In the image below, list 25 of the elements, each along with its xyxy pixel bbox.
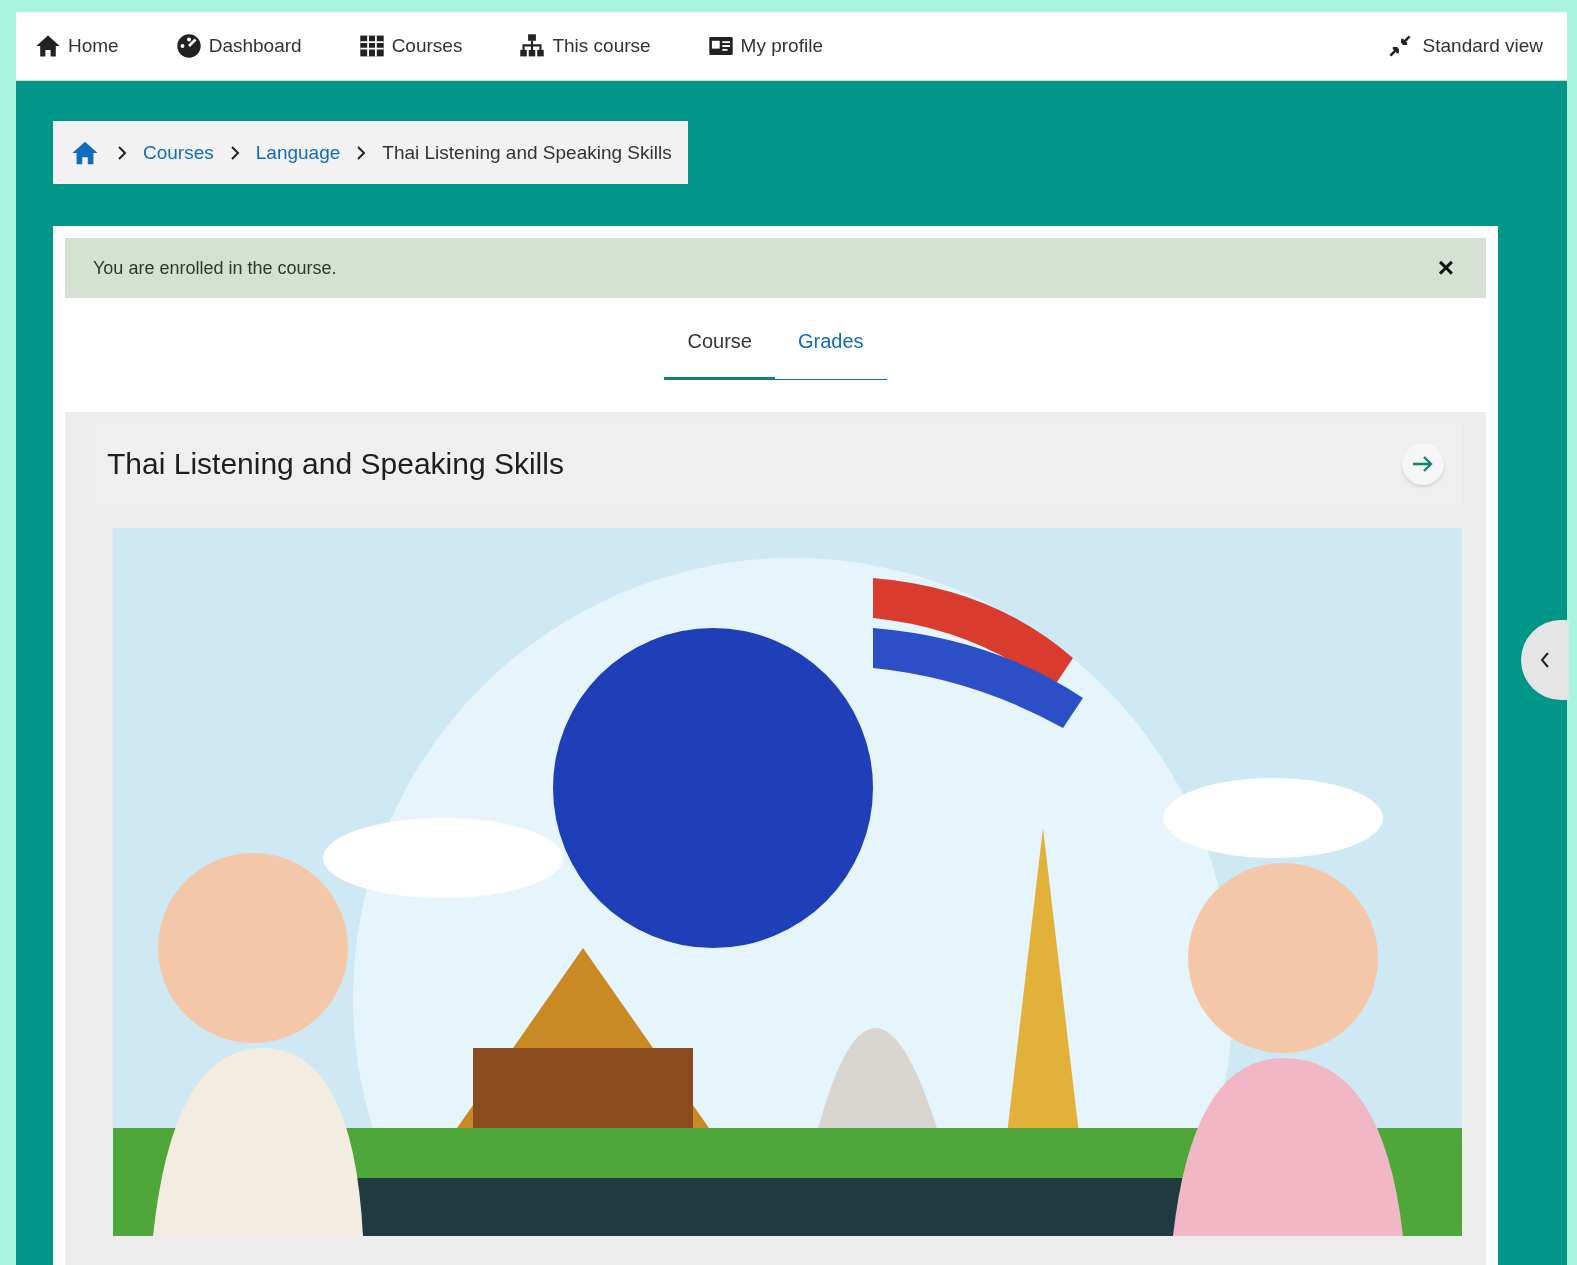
breadcrumb-current: Thai Listening and Speaking Skills [382,141,672,164]
nav-link[interactable]: Home [34,33,119,59]
alert-message: You are enrolled in the course. [93,257,338,279]
nav-link[interactable]: Dashboard [174,33,302,59]
nav-link[interactable]: This course [518,33,651,59]
section-title: Thai Listening and Speaking Skills [107,447,564,481]
arrow-button[interactable] [1402,443,1444,485]
chevron-left-icon [1539,651,1551,669]
chevron-icon [356,145,367,160]
chevron-icon [229,145,240,160]
tab[interactable]: Grades [774,326,887,380]
nav-link[interactable]: My profile [706,33,823,59]
close-button[interactable]: × [1433,252,1458,284]
chevron-icon [117,145,127,160]
tab[interactable]: Course [664,326,775,380]
nav-link[interactable]: Courses [357,33,463,59]
grid-icon [357,33,386,59]
arrow-right-icon [1411,454,1435,474]
drawer-toggle-button[interactable] [1521,620,1569,700]
sitemap-icon [518,33,547,59]
standard-view-button[interactable]: Standard view [1380,33,1549,59]
home-icon [34,33,62,59]
breadcrumb-link[interactable]: Courses [143,141,214,164]
breadcrumb-link[interactable]: Language [255,141,341,164]
dashboard-icon [174,33,203,59]
